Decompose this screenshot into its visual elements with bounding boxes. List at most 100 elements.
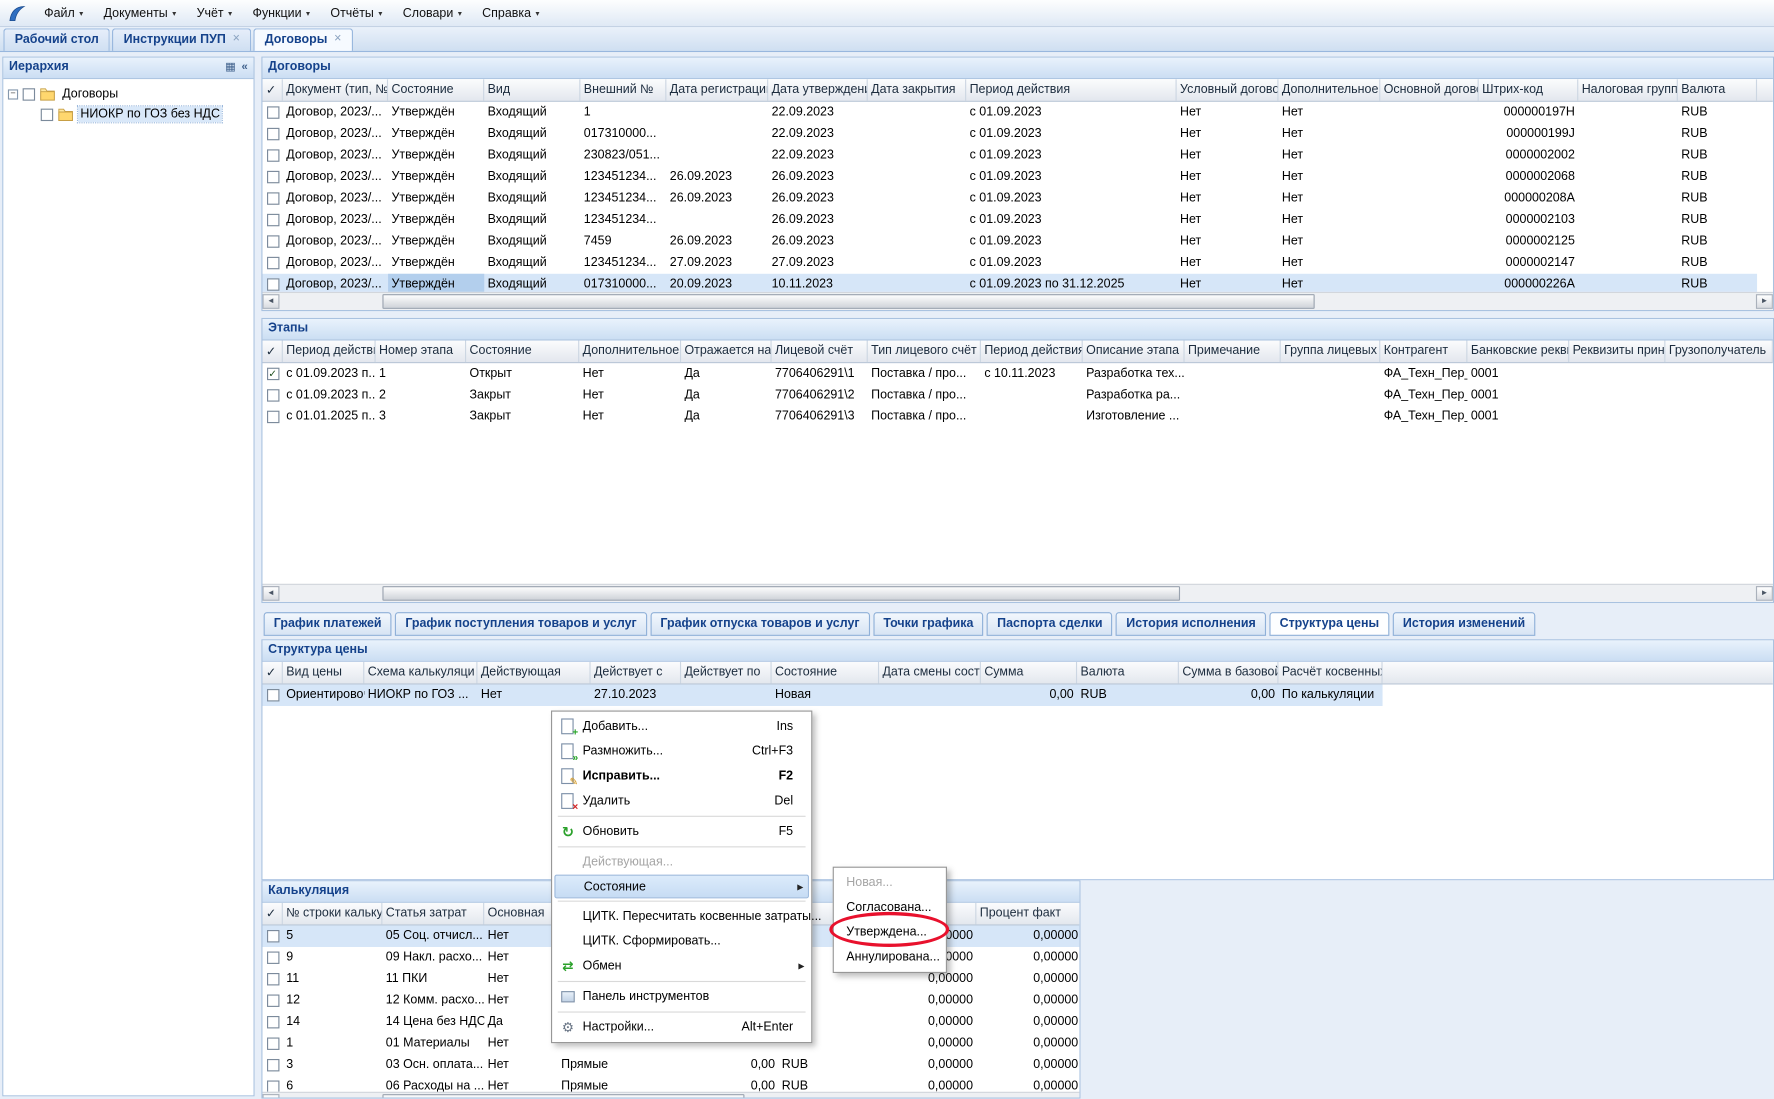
column-header[interactable]: Налоговая группа [1578,79,1678,100]
column-header[interactable]: Дополнительное с [579,341,681,362]
row-checkbox[interactable] [266,689,278,701]
row-checkbox[interactable] [266,278,278,290]
column-header[interactable]: Вид цены [283,662,364,683]
scroll-thumb[interactable] [382,1094,744,1097]
menu-item[interactable]: Новая... [836,870,943,895]
column-header[interactable]: Дата закрытия [868,79,966,100]
scroll-left-icon[interactable]: ◄ [262,586,279,601]
table-row[interactable]: Договор, 2023/...УтверждёнВходящий745926… [262,231,1757,252]
row-checkbox[interactable] [266,973,278,985]
column-header[interactable]: Дата смены состоя [879,662,981,683]
menu-item[interactable]: ✎Исправить...F2 [554,764,809,789]
menu-item[interactable]: ЦИТК. Пересчитать косвенные затраты... [554,904,809,929]
detail-tab[interactable]: График поступления товаров и услуг [395,612,647,636]
row-checkbox[interactable] [266,952,278,964]
column-header[interactable]: Дополнительное с [1278,79,1380,100]
column-header[interactable]: Тип лицевого счёт [868,341,981,362]
column-header[interactable]: Внешний № [580,79,666,100]
stages-hscrollbar[interactable]: ◄ ► [262,584,1772,602]
detail-tab[interactable]: Точки графика [873,612,983,636]
row-checkbox[interactable] [266,257,278,269]
column-header[interactable]: Контрагент [1380,341,1467,362]
row-checkbox[interactable] [266,106,278,118]
calculation-hscrollbar[interactable]: ◄ [262,1092,1079,1098]
table-row[interactable]: Ориентировоч...НИОКР по ГОЗ ...Нет27.10.… [262,684,1382,705]
column-header[interactable]: Вид [484,79,580,100]
column-header[interactable]: Период действия з [981,341,1083,362]
row-checkbox[interactable] [266,930,278,942]
row-checkbox[interactable] [266,149,278,161]
tree-item[interactable]: −Договоры [3,84,253,104]
menu-item[interactable]: +Добавить...Ins [554,714,809,739]
column-header[interactable]: Состояние [388,79,484,100]
detail-tab[interactable]: График отпуска товаров и услуг [650,612,869,636]
scroll-thumb[interactable] [382,586,1180,601]
column-header[interactable]: Основная [484,903,558,924]
column-header[interactable]: Статья затрат [382,903,484,924]
detail-tab[interactable]: История изменений [1393,612,1536,636]
column-header[interactable]: Основной договор [1380,79,1478,100]
table-row[interactable]: Договор, 2023/...УтверждёнВходящий230823… [262,145,1757,166]
menu-item[interactable]: Аннулирована... [836,945,943,970]
column-header[interactable]: Действующая [477,662,590,683]
row-checkbox[interactable] [266,1016,278,1028]
row-checkbox[interactable] [266,128,278,140]
column-header[interactable]: Отражается на су [681,341,772,362]
column-header[interactable]: Описание этапа [1083,341,1185,362]
column-header[interactable]: Документ (тип, № [283,79,388,100]
menubar-item[interactable]: Документы▾ [93,2,186,25]
menubar-item[interactable]: Отчёты▾ [320,2,392,25]
column-header[interactable]: Примечание [1185,341,1281,362]
column-header[interactable]: Схема калькуляци [364,662,477,683]
row-checkbox[interactable]: ✓ [266,368,278,380]
column-header[interactable]: Валюта [1678,79,1757,100]
menu-item[interactable]: Панель инструментов [554,984,809,1009]
column-header[interactable]: Процент факт [976,903,1079,924]
detail-tab[interactable]: Паспорта сделки [987,612,1113,636]
column-header[interactable]: Период действия.. [283,341,376,362]
menu-item[interactable]: Состояние▶ [554,875,809,899]
menubar-item[interactable]: Справка▾ [472,2,550,25]
main-tab[interactable]: Договоры× [253,28,352,51]
scroll-left-icon[interactable]: ◄ [262,294,279,309]
menubar-item[interactable]: Учёт▾ [186,2,242,25]
contracts-hscrollbar[interactable]: ◄ ► [262,292,1772,310]
column-header[interactable]: ✓ [262,341,282,362]
column-header[interactable]: ✓ [262,79,282,100]
table-row[interactable]: Договор, 2023/...УтверждёнВходящий017310… [262,274,1757,292]
row-checkbox[interactable] [266,214,278,226]
menu-item[interactable]: ↻ОбновитьF5 [554,819,809,844]
tree-checkbox[interactable] [23,88,35,100]
menu-item[interactable]: Действующая... [554,850,809,875]
scroll-right-icon[interactable]: ► [1756,586,1773,601]
tab-close-icon[interactable]: × [233,33,240,45]
row-checkbox[interactable] [266,1059,278,1071]
table-row[interactable]: 606 Расходы на ...НетПрямые0,00RUB0,0000… [262,1076,1079,1092]
column-header[interactable]: Состояние [772,662,879,683]
column-header[interactable]: Грузополучатель [1665,341,1772,362]
table-row[interactable]: Договор, 2023/...УтверждёнВходящий122.09… [262,102,1757,123]
table-row[interactable]: Договор, 2023/...УтверждёнВходящий123451… [262,252,1757,273]
detail-tab[interactable]: Структура цены [1269,612,1389,636]
column-header[interactable]: Группа лицевых сч [1281,341,1381,362]
menubar-item[interactable]: Функции▾ [242,2,320,25]
menu-item[interactable]: ЦИТК. Сформировать... [554,929,809,954]
table-row[interactable]: Договор, 2023/...УтверждёнВходящий123451… [262,166,1757,187]
column-header[interactable]: Лицевой счёт [772,341,868,362]
detail-tab[interactable]: История исполнения [1116,612,1266,636]
row-checkbox[interactable] [266,411,278,423]
table-row[interactable]: с 01.09.2023 п...2ЗакрытНетДа7706406291\… [262,385,1772,406]
column-header[interactable]: Дата утверждения [768,79,868,100]
column-header[interactable]: Расчёт косвенных [1278,662,1382,683]
row-checkbox[interactable] [266,1037,278,1049]
column-header[interactable]: Сумма [981,662,1077,683]
column-header[interactable]: Дата регистрации [666,79,768,100]
column-header[interactable]: Условный договор [1177,79,1279,100]
collapse-panel-icon[interactable]: « [241,58,247,78]
table-row[interactable]: 303 Осн. оплата...НетПрямые0,00RUB0,0000… [262,1054,1079,1075]
main-tab[interactable]: Инструкции ПУП× [112,28,251,51]
detail-tab[interactable]: График платежей [264,612,392,636]
table-row[interactable]: Договор, 2023/...УтверждёнВходящий017310… [262,123,1757,144]
column-header[interactable]: Состояние [466,341,579,362]
column-header[interactable]: ✓ [262,662,282,683]
